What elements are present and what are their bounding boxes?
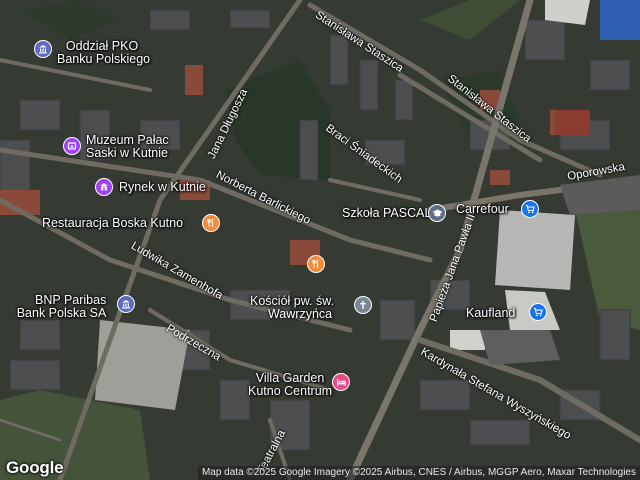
poi-restaurant-boska[interactable] bbox=[202, 214, 220, 232]
bank-icon bbox=[34, 40, 52, 58]
poi-church[interactable] bbox=[354, 296, 372, 314]
poi-label-villa: Villa Garden Kutno Centrum bbox=[248, 371, 333, 398]
poi-rynek[interactable] bbox=[95, 178, 113, 196]
shopping-cart-icon bbox=[529, 303, 547, 321]
poi-label-carrefour: Carrefour bbox=[456, 202, 509, 216]
poi-label-kaufland: Kaufland bbox=[466, 306, 516, 320]
cross-icon bbox=[354, 296, 372, 314]
satellite-imagery bbox=[0, 0, 640, 480]
poi-label-pascal: Szkoła PASCAL bbox=[342, 206, 432, 220]
poi-label-pko: Oddział PKO Banku Polskiego bbox=[57, 39, 151, 66]
map-attribution[interactable]: Map data ©2025 Google Imagery ©2025 Airb… bbox=[197, 466, 640, 480]
poi-school-pascal[interactable] bbox=[428, 204, 446, 222]
poi-kaufland[interactable] bbox=[529, 303, 547, 321]
map-view[interactable]: Stanisława Staszica Stanisława Staszica … bbox=[0, 0, 640, 480]
museum-icon bbox=[95, 178, 113, 196]
poi-villa-garden[interactable] bbox=[332, 373, 350, 391]
poi-carrefour[interactable] bbox=[521, 200, 539, 218]
poi-restaurant[interactable] bbox=[307, 255, 325, 273]
carrefour-roof bbox=[495, 210, 575, 290]
poi-label-museum: Muzeum Pałac Saski w Kutnie bbox=[86, 133, 169, 160]
poi-label-bnp: BNP Paribas Bank Polska SA bbox=[16, 293, 107, 320]
poi-label-church: Kościół pw. św. Wawrzyńca bbox=[250, 294, 335, 321]
google-logo[interactable]: Google bbox=[6, 458, 64, 478]
shopping-cart-icon bbox=[521, 200, 539, 218]
poi-label-rynek: Rynek w Kutnie bbox=[119, 180, 206, 194]
school-cap-icon bbox=[428, 204, 446, 222]
poi-bnp-bank[interactable] bbox=[117, 295, 135, 313]
bank-icon bbox=[117, 295, 135, 313]
poi-pko-bank[interactable] bbox=[34, 40, 52, 58]
poi-museum[interactable] bbox=[63, 137, 81, 155]
poi-label-boska: Restauracja Boska Kutno bbox=[42, 216, 184, 230]
fork-knife-icon bbox=[307, 255, 325, 273]
bed-icon bbox=[332, 373, 350, 391]
museum-icon bbox=[63, 137, 81, 155]
fork-knife-icon bbox=[202, 214, 220, 232]
